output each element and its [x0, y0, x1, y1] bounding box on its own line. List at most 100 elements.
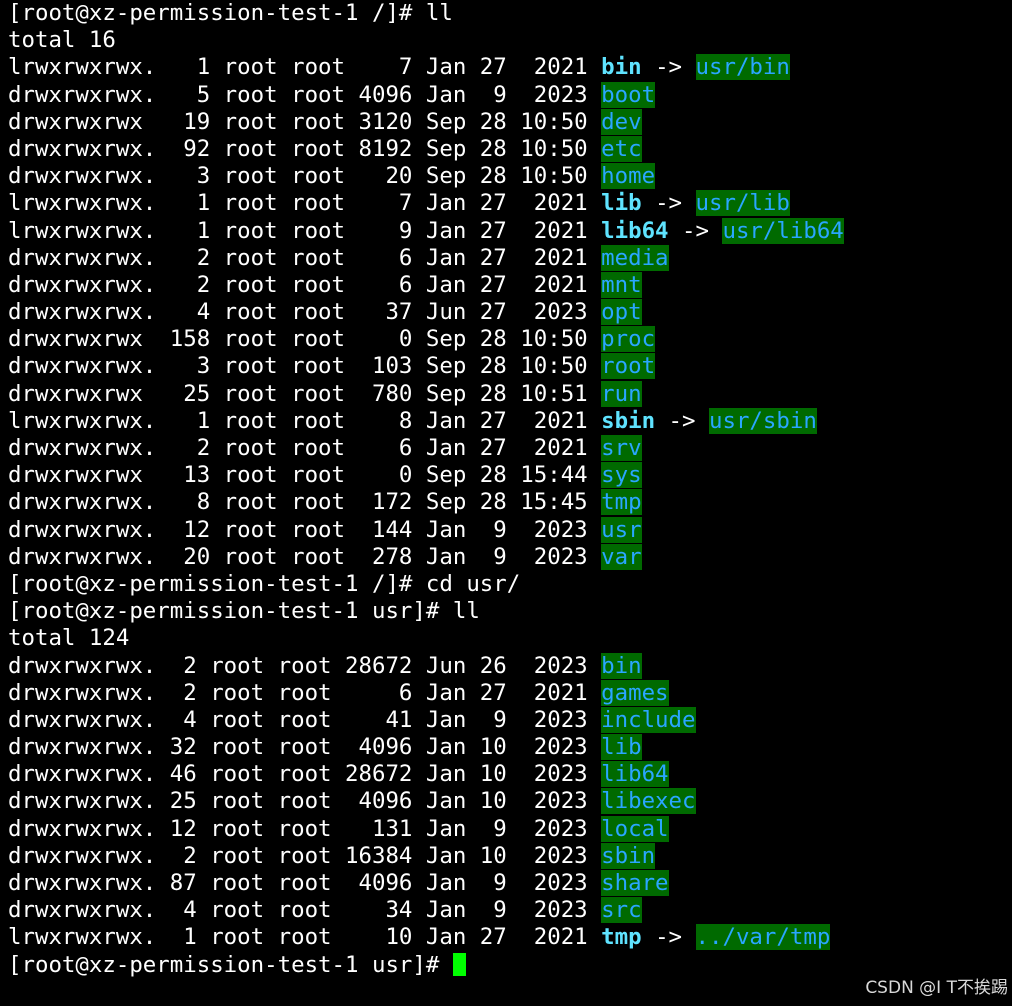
shell-prompt: [root@xz-permission-test-1 /]# [8, 0, 426, 26]
entry-details: drwxrwxrwx. 2 root root 6 Jan 27 2021 [8, 679, 602, 706]
entry-details: drwxrwxrwx 25 root root 780 Sep 28 10:51 [8, 380, 602, 407]
symlink-target: usr/lib64 [722, 217, 844, 244]
entry-details: drwxrwxrwx. 8 root root 172 Sep 28 15:45 [8, 489, 602, 516]
listing-row: drwxrwxrwx. 2 root root 28672 Jun 26 202… [8, 652, 1008, 680]
entry-details: drwxrwxrwx 158 root root 0 Sep 28 10:50 [8, 326, 602, 353]
symlink-target: usr/lib [695, 190, 790, 217]
entry-details: drwxrwxrwx. 4 root root 41 Jan 9 2023 [8, 706, 602, 733]
listing-row: drwxrwxrwx. 3 root root 103 Sep 28 10:50… [8, 353, 1008, 380]
terminal-output[interactable]: [root@xz-permission-test-1 /]# ll total 1… [8, 0, 1008, 979]
shell-prompt: [root@xz-permission-test-1 usr]# [8, 951, 453, 978]
shell-command: ll [452, 598, 480, 625]
listing-row: lrwxrwxrwx. 1 root root 7 Jan 27 2021 bi… [8, 54, 1008, 81]
entry-details: drwxrwxrwx. 4 root root 37 Jun 27 2023 [8, 299, 602, 326]
directory-name: boot [601, 81, 656, 108]
entry-details: drwxrwxrwx. 3 root root 103 Sep 28 10:50 [8, 353, 602, 380]
directory-name: root [601, 353, 656, 380]
prompt-line: [root@xz-permission-test-1 usr]# ll [8, 598, 1008, 625]
listing-row: drwxrwxrwx. 12 root root 144 Jan 9 2023 … [8, 516, 1008, 544]
entry-details: drwxrwxrwx. 25 root root 4096 Jan 10 202… [8, 788, 602, 815]
listing-row: drwxrwxrwx. 87 root root 4096 Jan 9 2023… [8, 870, 1008, 897]
directory-name: lib [601, 734, 642, 761]
listing-row: drwxrwxrwx. 8 root root 172 Sep 28 15:45… [8, 489, 1008, 516]
directory-name: var [601, 543, 642, 570]
symlink-arrow: -> [668, 217, 723, 244]
listing-row: lrwxrwxrwx. 1 root root 10 Jan 27 2021 t… [8, 924, 1008, 951]
directory-name: proc [601, 326, 656, 353]
listing-row: lrwxrwxrwx. 1 root root 7 Jan 27 2021 li… [8, 190, 1008, 217]
prompt-line: [root@xz-permission-test-1 usr]# [8, 952, 1008, 979]
shell-command: cd usr/ [425, 570, 521, 597]
symlink-target: usr/bin [695, 54, 790, 81]
listing-row: drwxrwxrwx. 92 root root 8192 Sep 28 10:… [8, 135, 1008, 163]
entry-details: drwxrwxrwx. 2 root root 6 Jan 27 2021 [8, 435, 602, 461]
directory-name: sys [601, 462, 642, 489]
listing-row: drwxrwxrwx. 4 root root 37 Jun 27 2023 o… [8, 299, 1008, 326]
listing-row: drwxrwxrwx 19 root root 3120 Sep 28 10:5… [8, 108, 1008, 136]
entry-details: drwxrwxrwx. 20 root root 278 Jan 9 2023 [8, 543, 602, 570]
entry-details: drwxrwxrwx. 32 root root 4096 Jan 10 202… [8, 734, 602, 761]
listing-row: drwxrwxrwx 13 root root 0 Sep 28 15:44 s… [8, 462, 1008, 489]
directory-name: media [601, 244, 669, 271]
directory-name: include [601, 706, 696, 733]
total-text: total 124 [8, 625, 130, 652]
shell-prompt: [root@xz-permission-test-1 usr]# [8, 598, 453, 625]
entry-details: lrwxrwxrwx. 1 root root 7 Jan 27 2021 [8, 54, 602, 81]
csdn-watermark: CSDN @I T不挨踢 [865, 978, 1008, 998]
listing-row: drwxrwxrwx. 46 root root 28672 Jan 10 20… [8, 761, 1008, 788]
directory-name: run [601, 380, 642, 407]
directory-name: share [601, 870, 669, 896]
directory-name: dev [601, 108, 642, 135]
entry-details: drwxrwxrwx. 3 root root 20 Sep 28 10:50 [8, 163, 602, 190]
prompt-line: [root@xz-permission-test-1 /]# cd usr/ [8, 571, 1008, 598]
total-line: total 124 [8, 625, 1008, 652]
entry-details: drwxrwxrwx. 2 root root 28672 Jun 26 202… [8, 652, 602, 679]
entry-details: drwxrwxrwx. 2 root root 6 Jan 27 2021 [8, 244, 602, 271]
entry-details: drwxrwxrwx. 4 root root 34 Jan 9 2023 [8, 897, 602, 924]
entry-details: drwxrwxrwx. 5 root root 4096 Jan 9 2023 [8, 81, 602, 108]
listing-row: lrwxrwxrwx. 1 root root 8 Jan 27 2021 sb… [8, 407, 1008, 435]
total-line: total 16 [8, 27, 1008, 54]
directory-name: srv [601, 435, 642, 461]
directory-name: sbin [601, 842, 656, 869]
entry-details: drwxrwxrwx. 12 root root 131 Jan 9 2023 [8, 815, 602, 842]
listing-row: drwxrwxrwx. 4 root root 41 Jan 9 2023 in… [8, 706, 1008, 734]
entry-details: lrwxrwxrwx. 1 root root 10 Jan 27 2021 [8, 924, 602, 951]
symlink-arrow: -> [641, 54, 696, 81]
listing-row: drwxrwxrwx. 2 root root 6 Jan 27 2021 sr… [8, 435, 1008, 462]
listing-row: drwxrwxrwx. 25 root root 4096 Jan 10 202… [8, 788, 1008, 815]
symlink-target: usr/sbin [708, 407, 817, 434]
listing-row: drwxrwxrwx. 5 root root 4096 Jan 9 2023 … [8, 81, 1008, 109]
entry-details: drwxrwxrwx. 46 root root 28672 Jan 10 20… [8, 761, 602, 788]
entry-details: drwxrwxrwx. 2 root root 6 Jan 27 2021 [8, 271, 602, 298]
symlink-arrow: -> [655, 407, 709, 434]
symlink-name: sbin [601, 407, 656, 434]
entry-details: drwxrwxrwx. 2 root root 16384 Jan 10 202… [8, 842, 602, 869]
directory-name: home [601, 163, 656, 190]
shell-prompt: [root@xz-permission-test-1 /]# [8, 570, 426, 597]
directory-name: local [601, 815, 669, 842]
entry-details: drwxrwxrwx. 12 root root 144 Jan 9 2023 [8, 516, 602, 543]
listing-row: drwxrwxrwx 158 root root 0 Sep 28 10:50 … [8, 326, 1008, 353]
symlink-target: ../var/tmp [695, 924, 831, 951]
text-cursor [452, 952, 467, 976]
listing-row: lrwxrwxrwx. 1 root root 9 Jan 27 2021 li… [8, 217, 1008, 245]
entry-details: lrwxrwxrwx. 1 root root 8 Jan 27 2021 [8, 407, 602, 434]
symlink-arrow: -> [641, 924, 696, 951]
listing-row: drwxrwxrwx. 3 root root 20 Sep 28 10:50 … [8, 163, 1008, 190]
entry-details: lrwxrwxrwx. 1 root root 7 Jan 27 2021 [8, 190, 602, 217]
directory-name: tmp [601, 489, 642, 516]
directory-name: bin [601, 652, 642, 679]
entry-details: lrwxrwxrwx. 1 root root 9 Jan 27 2021 [8, 217, 602, 244]
directory-name: mnt [601, 271, 642, 298]
symlink-name: lib [601, 190, 642, 217]
total-text: total 16 [8, 27, 116, 54]
directory-name: etc [601, 135, 642, 162]
directory-name: lib64 [601, 761, 669, 788]
listing-row: drwxrwxrwx. 4 root root 34 Jan 9 2023 sr… [8, 897, 1008, 924]
prompt-line: [root@xz-permission-test-1 /]# ll [8, 0, 1008, 27]
shell-command: ll [425, 0, 453, 26]
entry-details: drwxrwxrwx. 92 root root 8192 Sep 28 10:… [8, 135, 602, 162]
directory-name: libexec [601, 788, 696, 815]
symlink-arrow: -> [641, 190, 696, 217]
